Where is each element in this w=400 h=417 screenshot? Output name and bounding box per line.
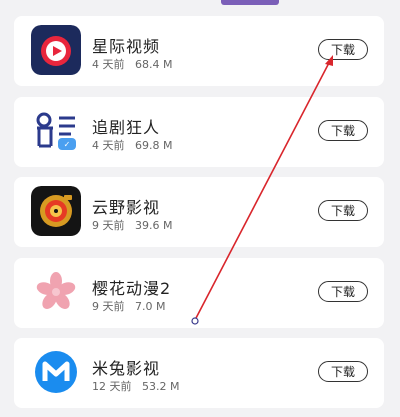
app-meta: 4 天前 69.8 M (92, 137, 172, 153)
update-age: 4 天前 (92, 139, 125, 152)
app-name: 樱花动漫2 (92, 279, 172, 298)
sakura-flower-icon (31, 267, 81, 317)
app-meta: 4 天前 68.4 M (92, 56, 172, 72)
app-list: 星际视频 4 天前 68.4 M 下载 ✓ 追剧狂人 4 天前 69.8 M 下… (0, 0, 400, 417)
app-meta: 12 天前 53.2 M (92, 378, 179, 394)
list-item[interactable]: 星际视频 4 天前 68.4 M 下载 (14, 16, 384, 86)
download-button[interactable]: 下载 (318, 120, 368, 141)
file-size: 39.6 M (135, 219, 173, 232)
file-size: 68.4 M (135, 58, 173, 71)
list-item[interactable]: ✓ 追剧狂人 4 天前 69.8 M 下载 (14, 97, 384, 167)
download-button[interactable]: 下载 (318, 281, 368, 302)
download-button[interactable]: 下载 (318, 200, 368, 221)
update-age: 4 天前 (92, 58, 125, 71)
app-meta: 9 天前 39.6 M (92, 217, 172, 233)
app-name: 星际视频 (92, 37, 161, 56)
film-reel-icon (31, 186, 81, 236)
chase-drama-logo-icon: ✓ (31, 106, 81, 156)
m-logo-icon (31, 347, 81, 397)
download-button[interactable]: 下载 (318, 361, 368, 382)
update-age: 9 天前 (92, 219, 125, 232)
list-item[interactable]: 云野影视 9 天前 39.6 M 下载 (14, 177, 384, 247)
app-name: 米兔影视 (92, 359, 161, 378)
svg-text:✓: ✓ (64, 140, 71, 149)
file-size: 7.0 M (135, 300, 166, 313)
update-age: 12 天前 (92, 380, 132, 393)
app-name: 云野影视 (92, 198, 161, 217)
download-button[interactable]: 下载 (318, 39, 368, 60)
update-age: 9 天前 (92, 300, 125, 313)
file-size: 53.2 M (142, 380, 180, 393)
file-size: 69.8 M (135, 139, 173, 152)
list-item[interactable]: 米兔影视 12 天前 53.2 M 下载 (14, 338, 384, 408)
app-meta: 9 天前 7.0 M (92, 298, 165, 314)
play-circle-icon (31, 25, 81, 75)
app-name: 追剧狂人 (92, 118, 161, 137)
list-item[interactable]: 樱花动漫2 9 天前 7.0 M 下载 (14, 258, 384, 328)
